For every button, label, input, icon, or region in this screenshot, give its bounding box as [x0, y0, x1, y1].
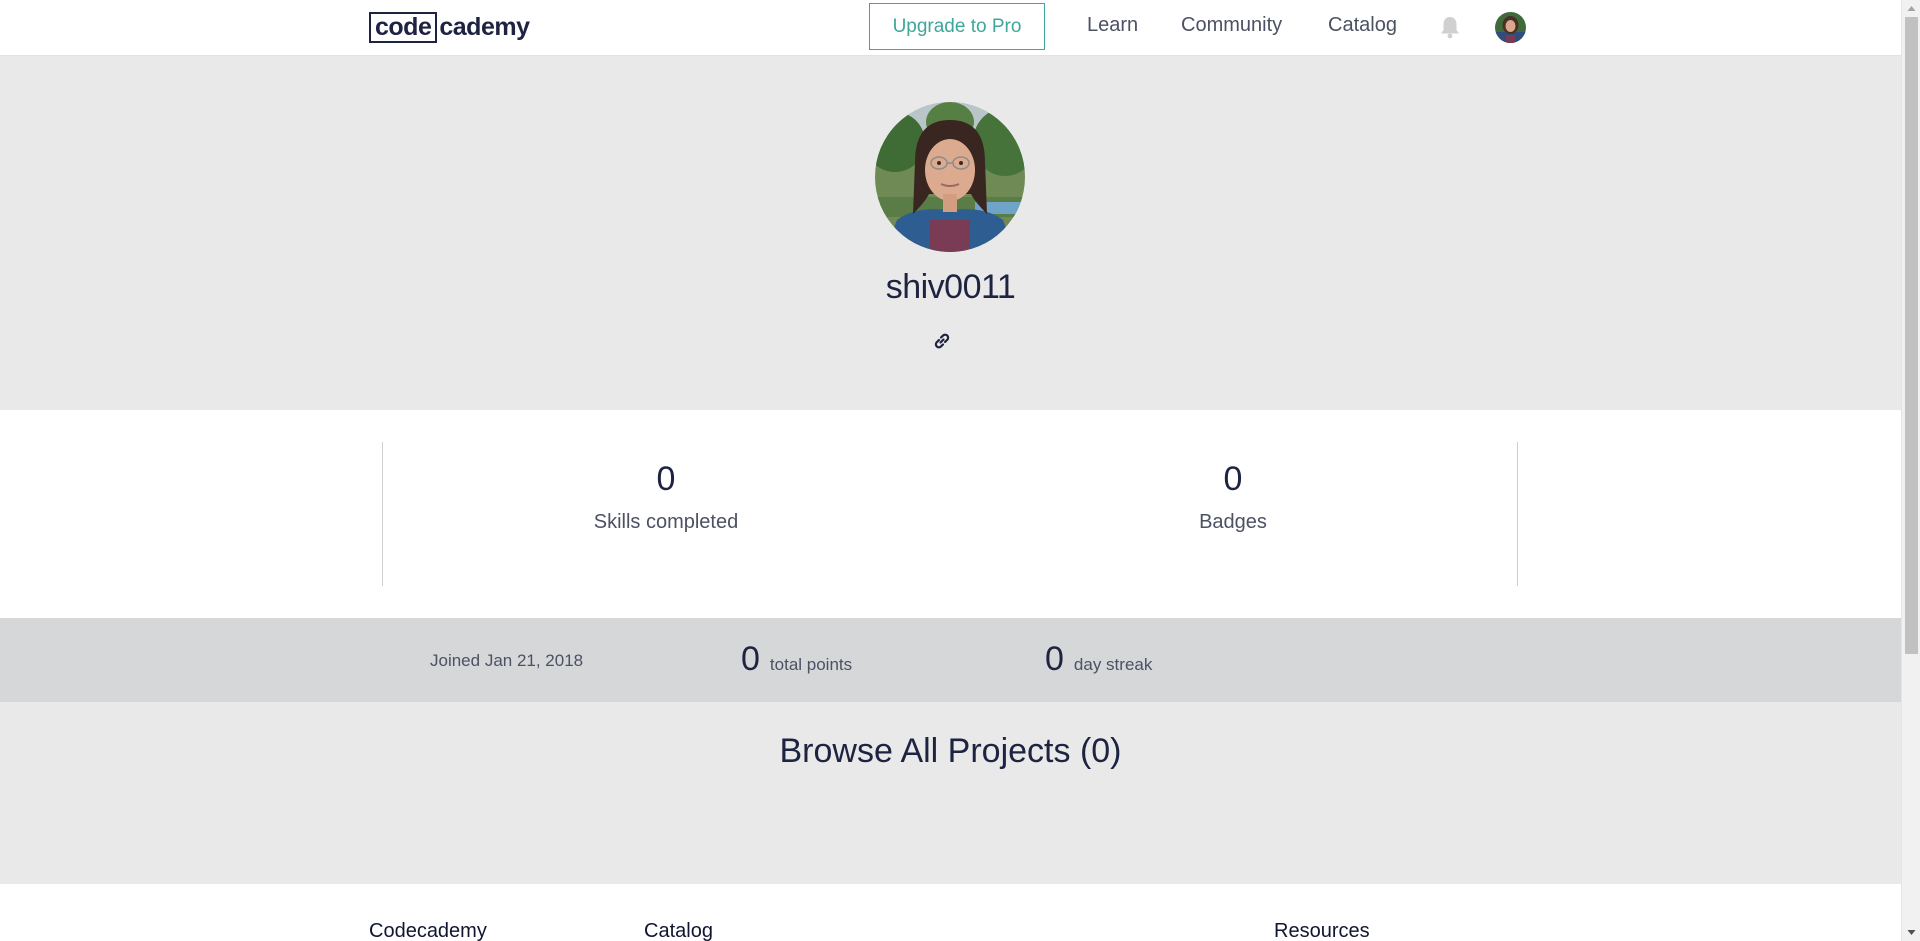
badges-label: Badges: [1199, 511, 1267, 533]
nav-community-link[interactable]: Community: [1181, 14, 1282, 37]
stat-skills: 0 Skills completed: [516, 460, 816, 534]
footer-heading-codecademy: Codecademy: [369, 920, 487, 941]
day-streak: 0 day streak: [1045, 640, 1152, 679]
scroll-up-arrow-icon[interactable]: [1902, 0, 1920, 17]
top-navigation: code cademy Upgrade to Pro Learn Communit…: [0, 0, 1901, 56]
nav-learn-link[interactable]: Learn: [1087, 14, 1138, 37]
skills-completed-count: 0: [656, 460, 676, 498]
day-streak-label: day streak: [1073, 655, 1153, 674]
profile-page: code cademy Upgrade to Pro Learn Communit…: [0, 0, 1901, 941]
total-points-value: 0: [741, 640, 760, 678]
vertical-scrollbar[interactable]: [1901, 0, 1920, 941]
projects-section: Browse All Projects (0): [0, 702, 1901, 884]
profile-username: shiv0011: [885, 268, 1016, 306]
stats-divider-right: [1517, 442, 1518, 586]
total-points: 0 total points: [741, 640, 852, 679]
nav-catalog-link[interactable]: Catalog: [1328, 14, 1397, 37]
stats-section: 0 Skills completed 0 Badges: [0, 410, 1901, 618]
badges-count: 0: [1223, 460, 1243, 498]
bell-icon[interactable]: [1439, 15, 1461, 39]
codecademy-logo[interactable]: code cademy: [369, 11, 530, 43]
skills-completed-label: Skills completed: [593, 511, 739, 533]
day-streak-value: 0: [1045, 640, 1064, 678]
stats-divider-left: [382, 442, 383, 586]
stat-badges: 0 Badges: [1083, 460, 1383, 534]
profile-avatar: [875, 102, 1025, 252]
profile-meta-bar: Joined Jan 21, 2018 0 total points 0 day…: [0, 618, 1901, 702]
logo-boxed-text: code: [369, 11, 438, 43]
upgrade-to-pro-button[interactable]: Upgrade to Pro: [869, 3, 1045, 50]
scrollbar-thumb[interactable]: [1905, 17, 1918, 654]
scroll-down-arrow-icon[interactable]: [1902, 924, 1920, 941]
footer: Codecademy Catalog Resources: [0, 884, 1901, 941]
joined-date: Joined Jan 21, 2018: [430, 651, 584, 670]
total-points-label: total points: [769, 655, 853, 674]
footer-heading-resources: Resources: [1274, 920, 1370, 941]
browse-all-projects-link[interactable]: Browse All Projects (0): [0, 732, 1901, 771]
footer-heading-catalog: Catalog: [644, 920, 713, 941]
link-icon[interactable]: [930, 329, 954, 353]
profile-header: shiv0011: [0, 56, 1901, 410]
logo-rest-text: cademy: [439, 13, 530, 41]
user-avatar-menu[interactable]: [1495, 12, 1526, 43]
